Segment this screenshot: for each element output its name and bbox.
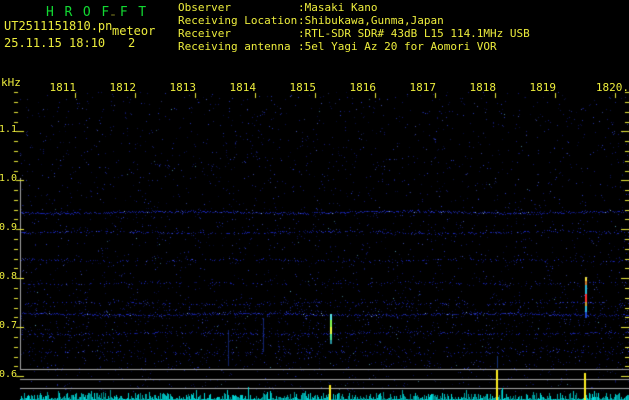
x-axis-label-1817: 1817 — [409, 81, 437, 94]
x-axis-label-1811: 1811 — [49, 81, 77, 94]
x-axis-label-1818: 1818 — [469, 81, 497, 94]
datetime-label: 25.11.15 18:10 — [4, 36, 106, 50]
x-axis-label-1815: 1815 — [289, 81, 317, 94]
echo-count: 2 — [128, 36, 136, 50]
observer-label: Observer — [178, 1, 231, 14]
app-title: H R O F F T — [46, 5, 148, 20]
y-axis-label-0_8: 0.8 — [0, 271, 18, 282]
x-axis-label-1814: 1814 — [229, 81, 257, 94]
receiving-antenna-label: Receiving antenna — [178, 40, 291, 53]
x-axis-label-1813: 1813 — [169, 81, 197, 94]
x-axis-label-1812: 1812 — [109, 81, 137, 94]
x-axis-label-1820: 1820. — [595, 81, 629, 94]
receiving-location-label: Receiving Location — [178, 14, 298, 27]
receiver-label: Receiver — [178, 27, 231, 40]
hrofft-screenshot: H R O F F T UT2511151810.pn ¨ meteor 25.… — [0, 0, 629, 400]
y-axis-label-1_0: 1.0 — [0, 173, 18, 184]
y-axis-label-0_7: 0.7 — [0, 320, 18, 331]
y-axis-label-1_1: 1.1 — [0, 124, 18, 135]
receiving-location-value: :Shibukawa,Gunma,Japan — [298, 14, 444, 27]
receiving-antenna-value: :5el Yagi Az 20 for Aomori VOR — [298, 40, 497, 53]
spectrogram-canvas — [0, 0, 629, 400]
receiver-value: :RTL-SDR SDR# 43dB L15 114.1MHz USB — [298, 27, 530, 40]
filename-label: UT2511151810.pn — [4, 19, 113, 33]
observer-value: :Masaki Kano — [298, 1, 378, 14]
y-axis-label-0_6: 0.6 — [0, 369, 18, 380]
x-axis-label-1819: 1819 — [529, 81, 557, 94]
x-axis-label-1816: 1816 — [349, 81, 377, 94]
y-axis-unit-label: kHz — [1, 76, 21, 89]
y-axis-label-0_9: 0.9 — [0, 222, 18, 233]
